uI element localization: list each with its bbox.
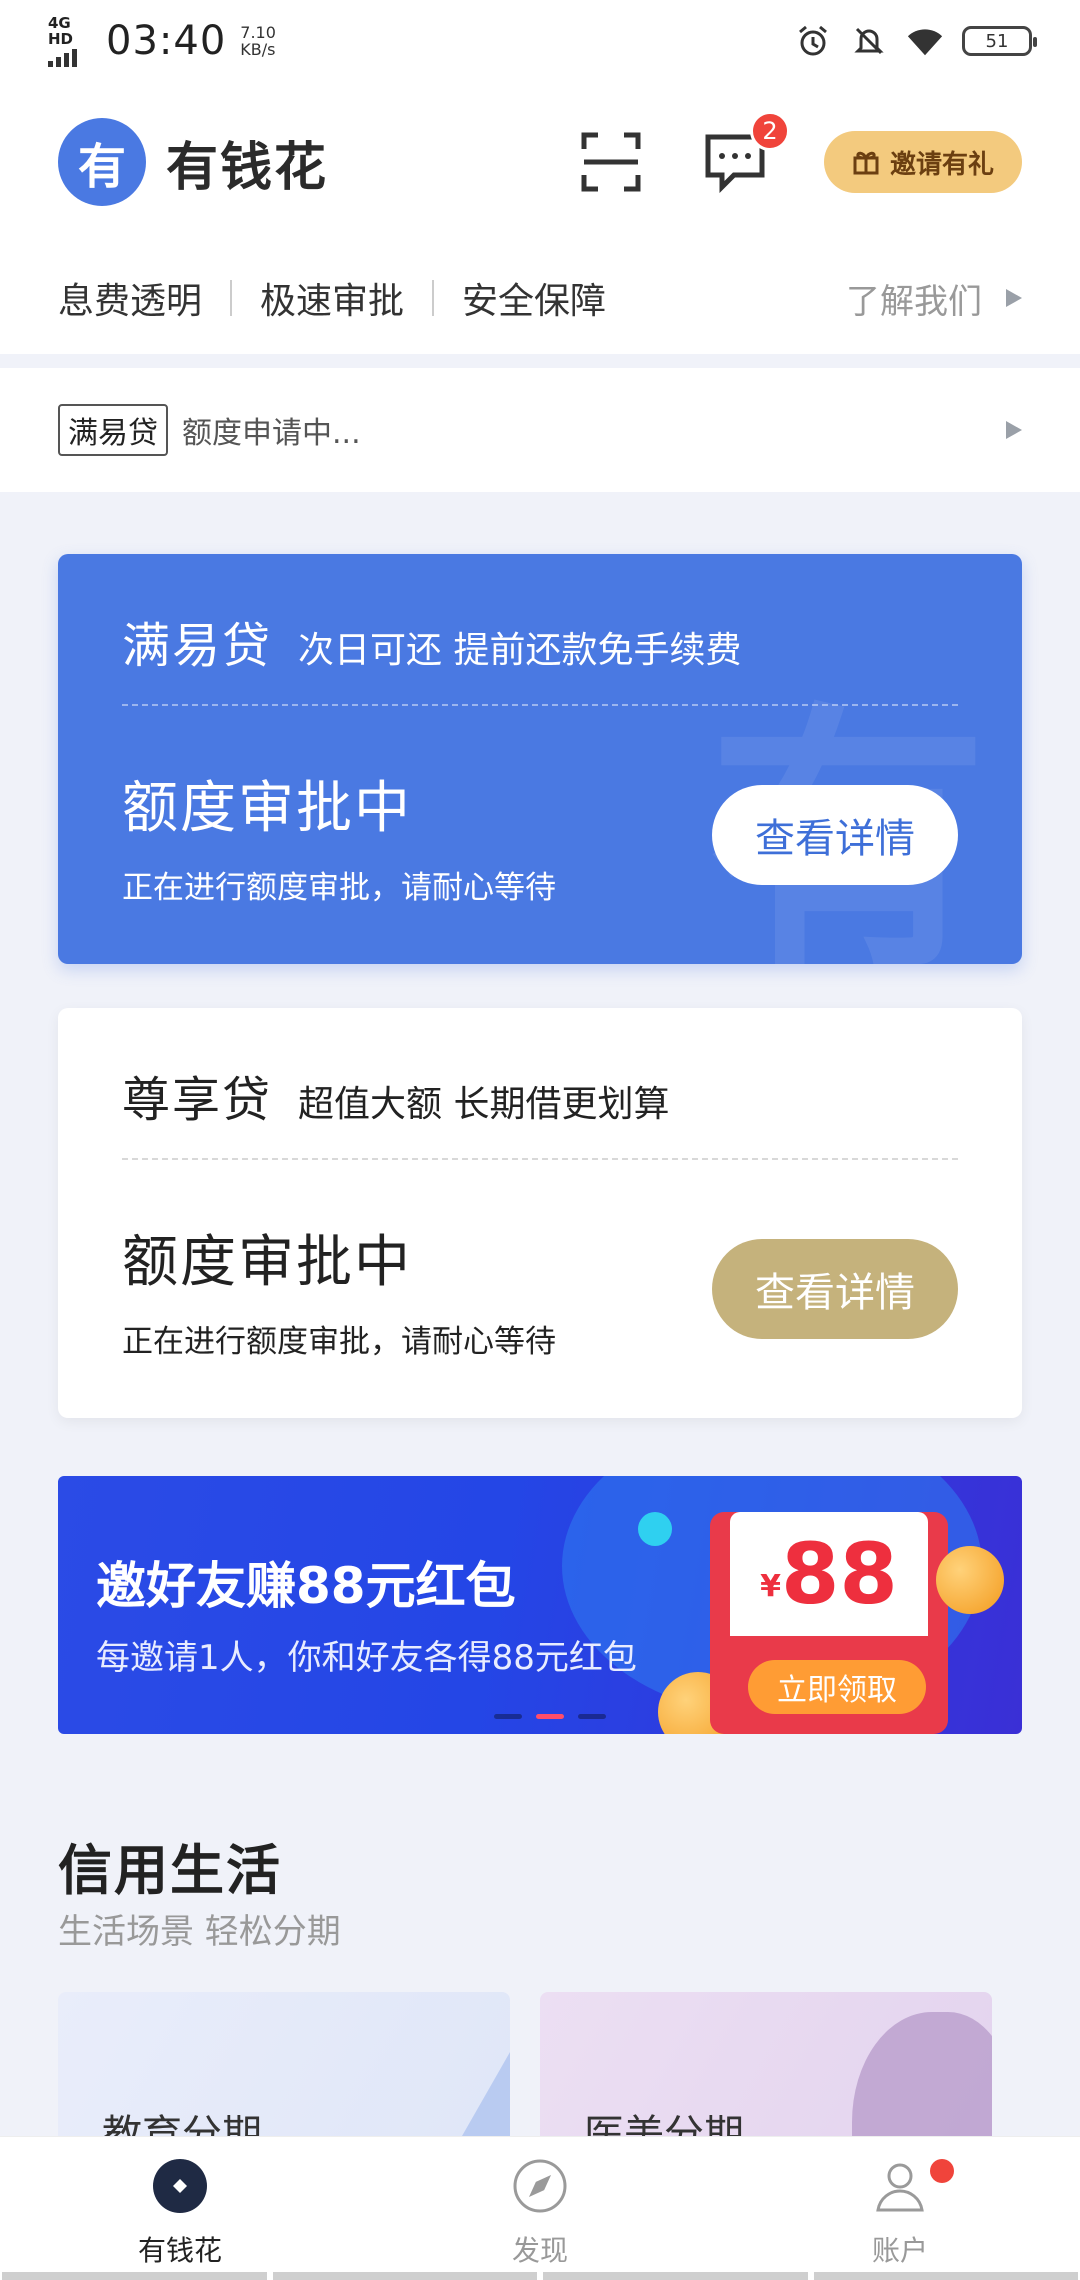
banner-title: 邀好友赚88元红包 (96, 1557, 516, 1615)
nav-tab-home[interactable]: 有钱花 (0, 2137, 360, 2280)
speed-value: 7.10 (240, 23, 276, 42)
gift-icon (853, 151, 879, 175)
bottom-navigation: 有钱花 发现 账户 (0, 2136, 1080, 2280)
feature-security: 安全保障 (462, 281, 607, 322)
loan-card-manyidai: 有 满易贷 次日可还 提前还款免手续费 额度审批中 正在进行额度审批，请耐心等待… (58, 554, 1022, 964)
view-details-button[interactable]: 查看详情 (712, 785, 958, 885)
wifi-icon (906, 22, 944, 60)
carousel-indicator (494, 1714, 606, 1719)
gesture-bar (0, 2272, 1080, 2280)
status-bar: 4G HD 03:40 7.10 KB/s 51 (0, 0, 1080, 82)
red-envelope-amount: 88 (780, 1525, 898, 1623)
signal-icon: 4G HD (48, 15, 96, 67)
notice-product-tag: 满易贷 (58, 404, 168, 456)
loan-card-subtext: 正在进行额度审批，请耐心等待 (122, 870, 556, 906)
currency-symbol: ¥ (760, 1568, 781, 1604)
carousel-dot (494, 1714, 522, 1719)
battery-icon: 51 (962, 26, 1037, 56)
arrow-right-icon (1006, 421, 1022, 439)
loan-card-title: 尊享贷 (122, 1072, 273, 1128)
notice-text: 额度申请中... (182, 416, 361, 451)
nav-tab-discover[interactable]: 发现 (360, 2137, 720, 2280)
app-screen: 4G HD 03:40 7.10 KB/s 51 有 有钱花 2 邀请有礼 息费… (0, 0, 1080, 2280)
section-title: 信用生活 (58, 1839, 282, 1902)
about-us-label: 了解我们 (846, 281, 982, 322)
divider (230, 280, 233, 316)
view-details-button[interactable]: 查看详情 (712, 1239, 958, 1339)
network-type: 4G HD (48, 14, 74, 48)
home-diamond-icon (151, 2157, 209, 2215)
nav-tab-account[interactable]: 账户 (720, 2137, 1080, 2280)
compass-icon (511, 2157, 569, 2215)
red-envelope-card: ¥ 88 (730, 1512, 928, 1636)
feature-bar: 息费透明 极速审批 安全保障 了解我们 (0, 242, 1080, 354)
feature-transparent-fees: 息费透明 (58, 281, 203, 322)
battery-level: 51 (985, 30, 1009, 52)
app-name: 有钱花 (166, 137, 329, 198)
scan-button[interactable] (580, 131, 642, 193)
invite-promo-banner[interactable]: 邀好友赚88元红包 每邀请1人，你和好友各得88元红包 ¥ 88 立即领取 (58, 1476, 1022, 1734)
network-speed: 7.10 KB/s (240, 24, 276, 58)
decor-bubble (638, 1512, 672, 1546)
section-subtitle: 生活场景 轻松分期 (58, 1912, 341, 1952)
arrow-right-icon (1006, 289, 1022, 307)
divider (432, 280, 435, 316)
claim-now-button[interactable]: 立即领取 (748, 1660, 926, 1714)
scan-icon (581, 132, 641, 192)
loan-card-status: 额度审批中 (122, 1230, 412, 1295)
app-logo: 有 (58, 118, 146, 206)
notification-dot (930, 2159, 954, 2183)
nav-label: 有钱花 (137, 2234, 222, 2267)
loan-card-slogan: 超值大额 长期借更划算 (298, 1084, 670, 1125)
loan-card-title: 满易贷 (122, 618, 273, 674)
coin-icon (936, 1546, 1004, 1614)
carousel-dot (578, 1714, 606, 1719)
app-header: 有 有钱花 2 邀请有礼 (0, 82, 1080, 242)
alarm-icon (794, 22, 832, 60)
speed-unit: KB/s (240, 40, 276, 59)
messages-button[interactable]: 2 (704, 111, 790, 194)
status-left: 4G HD 03:40 7.10 KB/s (48, 15, 276, 67)
about-us-link[interactable]: 了解我们 (846, 274, 1022, 323)
mute-bell-icon (850, 22, 888, 60)
loan-card-subtext: 正在进行额度审批，请耐心等待 (122, 1324, 556, 1360)
red-envelope-icon: ¥ 88 立即领取 (710, 1512, 948, 1734)
status-right: 51 (794, 22, 1037, 60)
clock-time: 03:40 (106, 18, 227, 64)
loan-card-status: 额度审批中 (122, 776, 412, 841)
feature-fast-approval: 极速审批 (260, 281, 405, 322)
invite-button[interactable]: 邀请有礼 (823, 131, 1022, 193)
nav-label: 发现 (511, 2234, 568, 2267)
message-count-badge: 2 (749, 111, 790, 151)
application-notice[interactable]: 满易贷 额度申请中... (0, 368, 1080, 492)
banner-subtitle: 每邀请1人，你和好友各得88元红包 (96, 1638, 637, 1678)
invite-label: 邀请有礼 (889, 149, 994, 180)
carousel-dot-active (536, 1714, 564, 1719)
user-icon (871, 2157, 929, 2215)
loan-card-zunxiangdai: 尊享贷 超值大额 长期借更划算 额度审批中 正在进行额度审批，请耐心等待 查看详… (58, 1008, 1022, 1418)
loan-card-slogan: 次日可还 提前还款免手续费 (298, 630, 742, 671)
nav-label: 账户 (871, 2234, 928, 2267)
